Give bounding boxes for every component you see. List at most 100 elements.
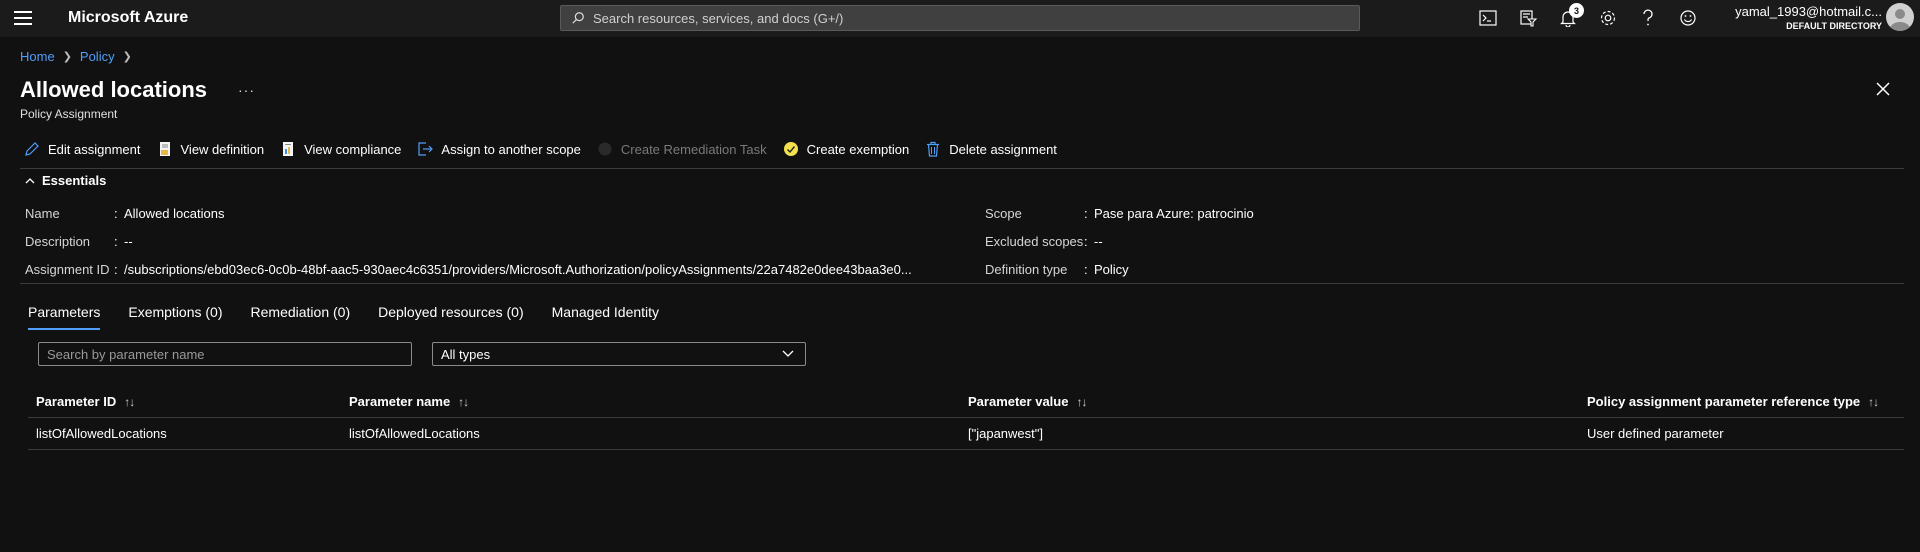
- command-bar: Edit assignment View definition View com…: [24, 139, 1073, 159]
- cell-reference-type: User defined parameter: [1587, 426, 1724, 441]
- pencil-icon: [25, 142, 39, 156]
- exemption-icon: [783, 142, 798, 156]
- page-subtitle: Policy Assignment: [20, 107, 118, 121]
- definition-icon: [159, 142, 170, 156]
- sort-icon[interactable]: ↑↓: [124, 395, 135, 409]
- scope-value[interactable]: Pase para Azure: patrocinio: [1094, 206, 1254, 221]
- name-label: Name: [25, 206, 60, 221]
- chevron-up-icon: [25, 177, 35, 183]
- tab-remediation[interactable]: Remediation (0): [251, 304, 351, 330]
- chevron-down-icon: [782, 350, 794, 357]
- breadcrumb-policy[interactable]: Policy: [80, 49, 115, 64]
- essentials-deftype-row: Definition type : Policy: [985, 262, 1129, 277]
- notification-badge: 3: [1569, 3, 1584, 18]
- tab-exemptions[interactable]: Exemptions (0): [128, 304, 222, 330]
- assign-scope-label: Assign to another scope: [441, 141, 581, 157]
- brand-title[interactable]: Microsoft Azure: [68, 9, 188, 27]
- divider: [20, 168, 1904, 169]
- edit-assignment-label: Edit assignment: [48, 141, 141, 157]
- assign-arrow-icon: [418, 142, 434, 156]
- scope-colon: :: [1084, 206, 1088, 221]
- tab-parameters[interactable]: Parameters: [28, 304, 101, 330]
- delete-assignment-button[interactable]: Delete assignment: [925, 141, 1057, 157]
- table-header: Parameter ID ↑↓ Parameter name ↑↓ Parame…: [28, 386, 1904, 418]
- directory-filter-icon[interactable]: [1508, 6, 1548, 30]
- excluded-colon: :: [1084, 234, 1088, 249]
- create-exemption-label: Create exemption: [806, 141, 910, 157]
- view-definition-button[interactable]: View definition: [157, 141, 265, 157]
- column-header-label: Policy assignment parameter reference ty…: [1587, 394, 1861, 409]
- description-label: Description: [25, 234, 91, 249]
- definition-type-value: Policy: [1094, 262, 1129, 277]
- sort-icon[interactable]: ↑↓: [458, 395, 469, 409]
- parameters-table: Parameter ID ↑↓ Parameter name ↑↓ Parame…: [28, 386, 1904, 450]
- description-value: --: [124, 234, 133, 249]
- column-header-reference-type[interactable]: Policy assignment parameter reference ty…: [1579, 394, 1904, 409]
- scope-label: Scope: [985, 206, 1022, 221]
- column-header-parameter-name[interactable]: Parameter name ↑↓: [341, 394, 960, 409]
- excluded-scopes-label: Excluded scopes: [985, 234, 1084, 249]
- column-header-parameter-id[interactable]: Parameter ID ↑↓: [28, 394, 341, 409]
- excluded-scopes-value: --: [1094, 234, 1103, 249]
- tab-managed-identity[interactable]: Managed Identity: [552, 304, 659, 330]
- edit-assignment-button[interactable]: Edit assignment: [24, 141, 141, 157]
- compliance-icon: [283, 142, 294, 156]
- breadcrumb: Home ❯ Policy ❯: [20, 49, 140, 64]
- help-icon[interactable]: [1628, 6, 1668, 30]
- delete-assignment-label: Delete assignment: [949, 141, 1057, 157]
- create-remediation-label: Create Remediation Task: [620, 141, 767, 157]
- chevron-right-icon: ❯: [122, 51, 132, 63]
- name-value: Allowed locations: [124, 206, 225, 221]
- essentials-header: Essentials: [42, 173, 107, 188]
- assignment-id-colon: :: [114, 262, 118, 277]
- cell-parameter-value: ["japanwest"]: [968, 426, 1043, 441]
- column-header-label: Parameter name: [349, 394, 451, 409]
- global-search-input[interactable]: Search resources, services, and docs (G+…: [560, 5, 1360, 31]
- cell-parameter-id: listOfAllowedLocations: [36, 426, 167, 441]
- chevron-right-icon: ❯: [62, 51, 72, 63]
- essentials-toggle[interactable]: Essentials: [24, 173, 106, 188]
- name-colon: :: [114, 206, 118, 221]
- column-header-parameter-value[interactable]: Parameter value ↑↓: [960, 394, 1579, 409]
- account-user: yamal_1993@hotmail.c...: [1735, 4, 1882, 19]
- create-exemption-button[interactable]: Create exemption: [783, 141, 910, 157]
- menu-icon[interactable]: [14, 11, 32, 25]
- description-colon: :: [114, 234, 118, 249]
- close-icon[interactable]: [1874, 80, 1892, 98]
- more-options-icon[interactable]: ···: [238, 82, 255, 98]
- view-compliance-label: View compliance: [304, 141, 402, 157]
- tab-deployed-resources[interactable]: Deployed resources (0): [378, 304, 524, 330]
- essentials-scope-row: Scope : Pase para Azure: patrocinio: [985, 206, 1254, 221]
- bell-icon[interactable]: 3: [1548, 3, 1588, 30]
- gear-icon[interactable]: [1588, 6, 1628, 30]
- table-row[interactable]: listOfAllowedLocations listOfAllowedLoca…: [28, 418, 1904, 450]
- avatar[interactable]: [1886, 3, 1914, 31]
- essentials-description-row: Description : --: [25, 234, 133, 249]
- account-directory: DEFAULT DIRECTORY: [1786, 21, 1882, 31]
- type-filter-select[interactable]: All types: [432, 342, 806, 366]
- cloud-shell-icon[interactable]: [1468, 6, 1508, 30]
- view-compliance-button[interactable]: View compliance: [280, 141, 401, 157]
- cell-parameter-name: listOfAllowedLocations: [349, 426, 480, 441]
- essentials-excluded-row: Excluded scopes : --: [985, 234, 1103, 249]
- top-bar: Microsoft Azure Search resources, servic…: [0, 0, 1920, 37]
- definition-type-label: Definition type: [985, 262, 1068, 277]
- trash-icon: [927, 141, 940, 157]
- sort-icon[interactable]: ↑↓: [1076, 395, 1087, 409]
- assign-scope-button[interactable]: Assign to another scope: [417, 141, 581, 157]
- assignment-id-value[interactable]: /subscriptions/ebd03ec6-0c0b-48bf-aac5-9…: [124, 262, 912, 277]
- breadcrumb-home[interactable]: Home: [20, 49, 55, 64]
- search-icon: [572, 12, 584, 24]
- page-title: Allowed locations: [20, 77, 208, 102]
- essentials-assignment-id-row: Assignment ID : /subscriptions/ebd03ec6-…: [25, 262, 912, 277]
- view-definition-label: View definition: [180, 141, 265, 157]
- sort-icon[interactable]: ↑↓: [1868, 395, 1879, 409]
- tab-list: Parameters Exemptions (0) Remediation (0…: [28, 304, 687, 330]
- essentials-name-row: Name : Allowed locations: [25, 206, 224, 221]
- account-menu[interactable]: yamal_1993@hotmail.c... DEFAULT DIRECTOR…: [1700, 4, 1882, 31]
- divider: [20, 283, 1904, 284]
- parameter-search-input[interactable]: [38, 342, 412, 366]
- column-header-label: Parameter ID: [36, 394, 117, 409]
- assignment-id-label: Assignment ID: [25, 262, 110, 277]
- search-placeholder: Search resources, services, and docs (G+…: [593, 10, 844, 26]
